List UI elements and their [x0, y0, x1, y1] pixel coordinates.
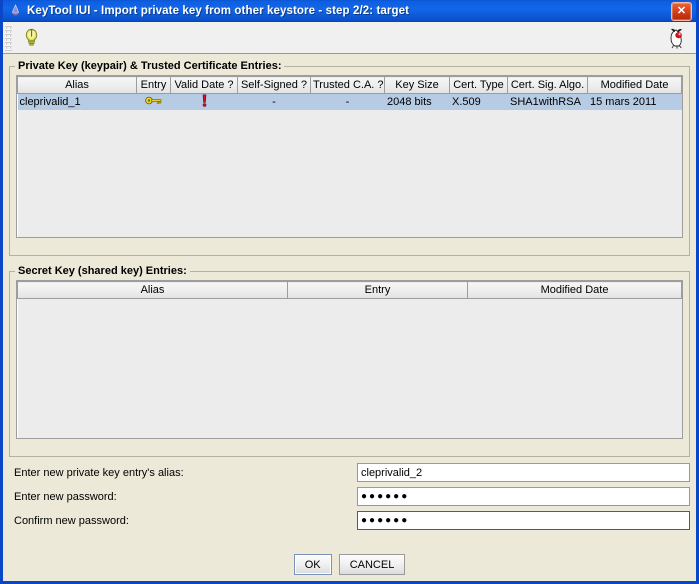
toolbar-drag-handle[interactable] [5, 24, 12, 51]
col-cert-sig-algo[interactable]: Cert. Sig. Algo. [507, 76, 588, 94]
new-entry-form: Enter new private key entry's alias: Ent… [9, 457, 690, 533]
dialog-content: Private Key (keypair) & Trusted Certific… [3, 54, 696, 581]
private-key-table-scroll: Alias Entry Valid Date ? Self-Signed ? T… [16, 75, 683, 238]
alias-field-label: Enter new private key entry's alias: [14, 466, 184, 479]
password-input[interactable] [357, 487, 690, 506]
application-window: KeyTool IUI - Import private key from ot… [0, 0, 699, 584]
col-valid-date[interactable]: Valid Date ? [170, 76, 238, 94]
private-key-table-header-row[interactable]: Alias Entry Valid Date ? Self-Signed ? T… [17, 76, 682, 94]
cell-modified-date[interactable]: 15 mars 2011 [587, 93, 682, 110]
secret-key-entries-group: Secret Key (shared key) Entries: Alias E… [9, 265, 690, 457]
col-trusted-ca[interactable]: Trusted C.A. ? [310, 76, 385, 94]
secret-key-table[interactable]: Alias Entry Modified Date [17, 281, 682, 438]
private-key-group-legend: Private Key (keypair) & Trusted Certific… [18, 60, 282, 72]
col-key-size[interactable]: Key Size [384, 76, 450, 94]
confirm-password-field-label: Confirm new password: [14, 514, 129, 527]
col-secret-modified-date[interactable]: Modified Date [467, 281, 682, 299]
cell-self-signed[interactable]: - [237, 93, 311, 110]
layout-spacer [9, 533, 690, 544]
table-row[interactable]: cleprivalid_1 - - 2048 bits X.509 SHA1wi… [17, 93, 682, 110]
title-bar[interactable]: KeyTool IUI - Import private key from ot… [3, 0, 696, 22]
duke-mascot-icon[interactable] [663, 24, 691, 51]
java-cup-icon [7, 3, 23, 19]
cell-alias[interactable]: cleprivalid_1 [17, 93, 137, 110]
cell-trusted-ca[interactable]: - [310, 93, 385, 110]
col-alias[interactable]: Alias [17, 76, 137, 94]
private-key-table[interactable]: Alias Entry Valid Date ? Self-Signed ? T… [17, 76, 682, 237]
cancel-button[interactable]: CANCEL [338, 554, 406, 575]
secret-key-table-header-row[interactable]: Alias Entry Modified Date [17, 281, 682, 299]
key-icon [145, 96, 162, 108]
secret-key-group-legend: Secret Key (shared key) Entries: [18, 265, 187, 277]
table-empty-filler [17, 110, 682, 237]
toolbar [3, 22, 696, 54]
form-row-password: Enter new password: [9, 485, 690, 508]
confirm-password-input[interactable] [357, 511, 690, 530]
close-icon[interactable]: ✕ [671, 1, 692, 21]
cell-cert-sig-algo[interactable]: SHA1withRSA [507, 93, 588, 110]
dialog-button-row: OK CANCEL [9, 544, 690, 581]
alias-input[interactable] [357, 463, 690, 482]
col-secret-alias[interactable]: Alias [17, 281, 288, 299]
cell-cert-type[interactable]: X.509 [449, 93, 508, 110]
form-row-alias: Enter new private key entry's alias: [9, 461, 690, 484]
col-entry[interactable]: Entry [136, 76, 171, 94]
col-secret-entry[interactable]: Entry [287, 281, 468, 299]
private-key-entries-group: Private Key (keypair) & Trusted Certific… [9, 60, 690, 256]
ok-button[interactable]: OK [293, 554, 332, 575]
cell-entry[interactable] [136, 93, 171, 110]
col-modified-date[interactable]: Modified Date [587, 76, 682, 94]
form-row-confirm-password: Confirm new password: [9, 509, 690, 532]
password-field-label: Enter new password: [14, 490, 117, 503]
red-exclamation-icon [201, 94, 208, 110]
window-title: KeyTool IUI - Import private key from ot… [27, 5, 410, 17]
cell-key-size[interactable]: 2048 bits [384, 93, 450, 110]
col-self-signed[interactable]: Self-Signed ? [237, 76, 311, 94]
col-cert-type[interactable]: Cert. Type [449, 76, 508, 94]
secret-key-table-scroll: Alias Entry Modified Date [16, 280, 683, 439]
table-empty-filler [17, 298, 682, 438]
lightbulb-info-icon[interactable] [17, 24, 45, 51]
cell-valid-date[interactable] [170, 93, 238, 110]
